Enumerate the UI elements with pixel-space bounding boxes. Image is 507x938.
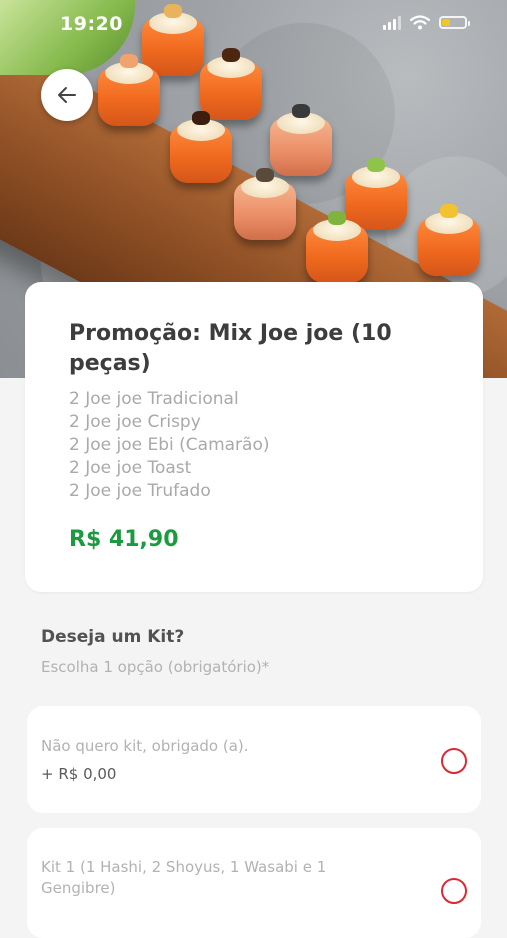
option-label: Não quero kit, obrigado (a).: [41, 737, 249, 755]
sushi-piece: [270, 104, 332, 176]
description-item: 2 Joe joe Tradicional: [69, 389, 239, 409]
sushi-piece: [98, 54, 160, 126]
radio-unchecked-icon[interactable]: [441, 748, 467, 774]
signal-icon: [383, 15, 401, 30]
sushi-piece: [306, 211, 368, 283]
product-title: Promoção: Mix Joe joe (10 peças): [69, 321, 392, 376]
sushi-piece: [234, 168, 296, 240]
kit-section-subtitle: Escolha 1 opção (obrigatório)*: [41, 658, 270, 676]
product-price: R$ 41,90: [69, 527, 179, 552]
product-description: 2 Joe joe Tradicional 2 Joe joe Crispy 2…: [69, 388, 269, 503]
radio-unchecked-icon[interactable]: [441, 878, 467, 904]
sushi-piece: [142, 4, 204, 76]
arrow-left-icon: [58, 87, 76, 103]
product-card: Promoção: Mix Joe joe (10 peças) 2 Joe j…: [25, 282, 483, 592]
status-icons: [383, 15, 470, 30]
kit-option-kit-1[interactable]: Kit 1 (1 Hashi, 2 Shoyus, 1 Wasabi e 1 G…: [27, 828, 481, 938]
description-item: 2 Joe joe Crispy: [69, 412, 201, 432]
battery-level: [442, 19, 450, 26]
description-item: 2 Joe joe Ebi (Camarão): [69, 435, 270, 455]
wifi-icon: [410, 15, 430, 30]
battery-icon: [439, 16, 470, 29]
sushi-piece: [200, 48, 262, 120]
description-item: 2 Joe joe Toast: [69, 458, 192, 478]
back-button[interactable]: [41, 69, 93, 121]
kit-section-title: Deseja um Kit?: [41, 627, 185, 647]
option-price: + R$ 0,00: [41, 765, 117, 783]
sushi-piece: [345, 158, 407, 230]
status-time: 19:20: [60, 13, 123, 35]
option-label: Kit 1 (1 Hashi, 2 Shoyus, 1 Wasabi e 1 G…: [41, 858, 327, 897]
kit-option-no-kit[interactable]: Não quero kit, obrigado (a). + R$ 0,00: [27, 706, 481, 813]
sushi-piece: [418, 204, 480, 276]
sushi-piece: [170, 111, 232, 183]
description-item: 2 Joe joe Trufado: [69, 481, 211, 501]
